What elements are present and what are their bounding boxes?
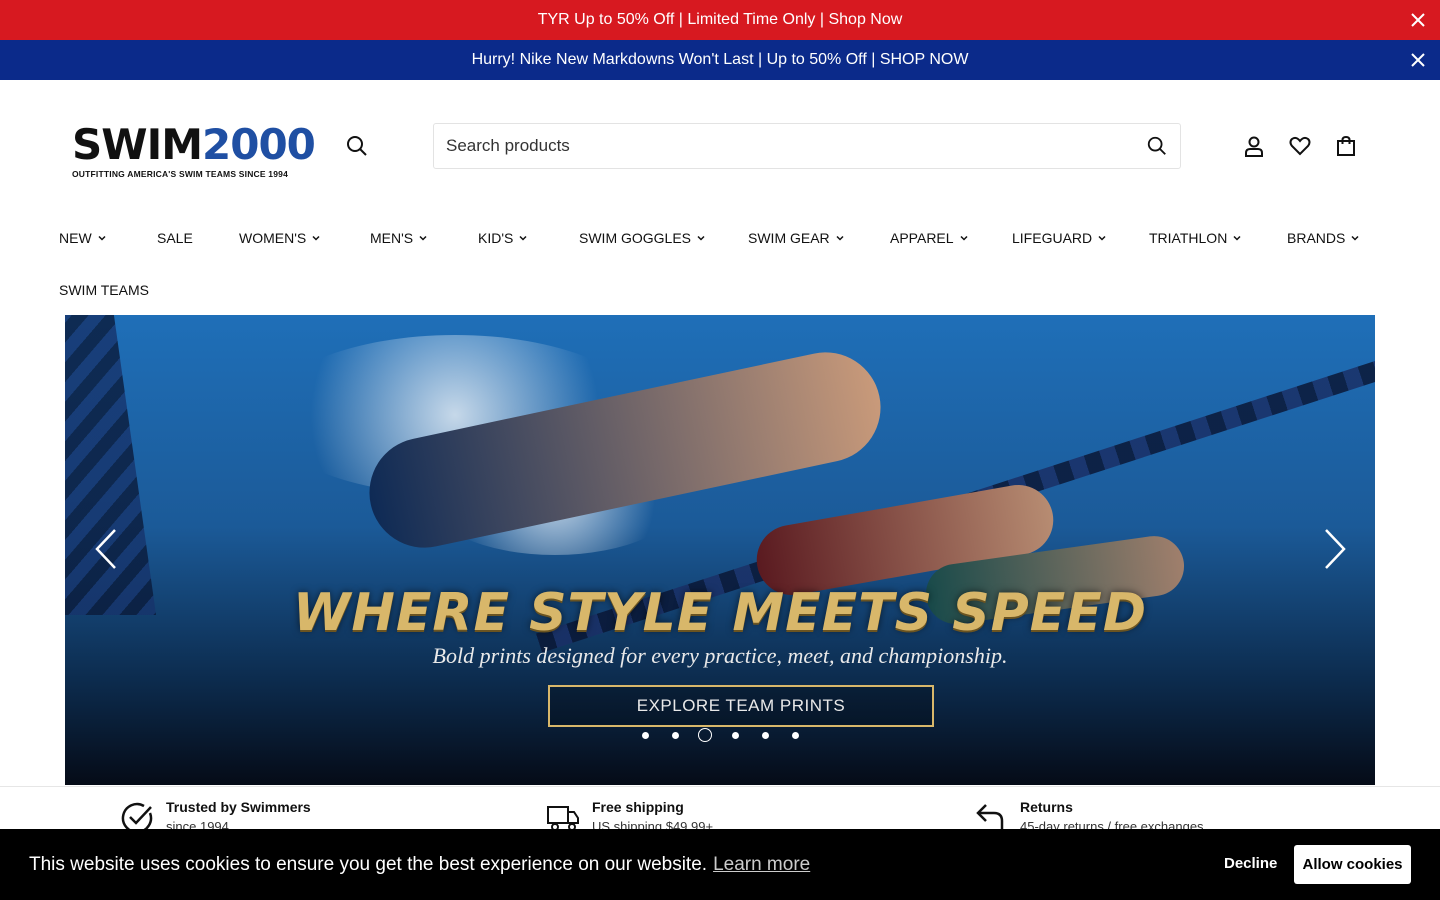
chevron-right-icon[interactable] [1322,527,1348,571]
chevron-down-icon [1351,235,1359,241]
nav-item-label: TRIATHLON [1149,230,1228,246]
feature-title: Trusted by Swimmers [166,799,311,815]
close-icon[interactable] [1408,50,1428,70]
nav-item-mens[interactable]: MEN'S [370,230,427,246]
slider-pagination [65,727,1375,743]
feature-title: Returns [1020,799,1073,815]
logo-word-b: 2000 [202,120,316,169]
nav-item-label: SWIM GOGGLES [579,230,692,246]
nav-item-label: KID'S [478,230,514,246]
nav-item-label: MEN'S [370,230,414,246]
decline-cookies-button[interactable]: Decline [1224,855,1277,872]
nav-item-label: SWIM TEAMS [59,282,149,298]
nav-item-label: APPAREL [890,230,954,246]
nav-item-label: LIFEGUARD [1012,230,1093,246]
nav-item-lifeguard[interactable]: LIFEGUARD [1012,230,1106,246]
announcement-text[interactable]: TYR Up to 50% Off | Limited Time Only | … [538,11,903,29]
site-logo[interactable]: SWIM2000 OUTFITTING AMERICA'S SWIM TEAMS… [72,124,316,180]
cookie-banner: This website uses cookies to ensure you … [0,829,1440,900]
nav-item-triathlon[interactable]: TRIATHLON [1149,230,1241,246]
nav-item-swim-gear[interactable]: SWIM GEAR [748,230,844,246]
close-icon[interactable] [1408,10,1428,30]
nav-item-label: NEW [59,230,92,246]
nav-item-brands[interactable]: BRANDS [1287,230,1359,246]
nav-item-apparel[interactable]: APPAREL [890,230,968,246]
slider-dot[interactable] [630,727,660,743]
search-input[interactable] [434,124,1180,168]
chevron-left-icon[interactable] [93,527,119,571]
feature-title: Free shipping [592,799,684,815]
slider-dot[interactable] [780,727,810,743]
chevron-down-icon [519,235,527,241]
nav-item-label: SALE [157,230,193,246]
announcement-bar-nike[interactable]: Hurry! Nike New Markdowns Won't Last | U… [0,40,1440,80]
hero-slider[interactable]: WHERE STYLE MEETS SPEED Bold prints desi… [65,315,1375,785]
learn-more-link[interactable]: Learn more [713,854,810,875]
nav-item-swim-teams[interactable]: SWIM TEAMS [59,282,149,298]
search-submit-icon[interactable] [1146,135,1168,157]
cookie-message-wrap: This website uses cookies to ensure you … [29,854,810,876]
nav-item-new[interactable]: NEW [59,230,106,246]
nav-item-swim-goggles[interactable]: SWIM GOGGLES [579,230,705,246]
chevron-down-icon [836,235,844,241]
search-icon[interactable] [345,134,369,158]
cookie-message: This website uses cookies to ensure you … [29,853,708,875]
nav-item-kids[interactable]: KID'S [478,230,527,246]
announcement-bar-tyr[interactable]: TYR Up to 50% Off | Limited Time Only | … [0,0,1440,40]
nav-item-womens[interactable]: WOMEN'S [239,230,320,246]
nav-item-label: BRANDS [1287,230,1346,246]
nav-item-label: WOMEN'S [239,230,307,246]
allow-cookies-button[interactable]: Allow cookies [1294,845,1411,884]
account-icon[interactable] [1242,134,1266,158]
slider-dot[interactable] [660,727,690,743]
hero-title: WHERE STYLE MEETS SPEED [293,583,1147,643]
slider-dot-active[interactable] [690,727,720,743]
slider-dot[interactable] [720,727,750,743]
hero-subtitle: Bold prints designed for every practice,… [432,643,1008,668]
chevron-down-icon [960,235,968,241]
logo-word-a: SWIM [72,120,203,169]
chevron-down-icon [98,235,106,241]
chevron-down-icon [697,235,705,241]
cart-bag-icon[interactable] [1334,134,1358,158]
chevron-down-icon [1098,235,1106,241]
chevron-down-icon [419,235,427,241]
nav-item-sale[interactable]: SALE [157,230,193,246]
chevron-down-icon [312,235,320,241]
nav-item-label: SWIM GEAR [748,230,830,246]
announcement-text[interactable]: Hurry! Nike New Markdowns Won't Last | U… [472,51,969,69]
wishlist-heart-icon[interactable] [1288,134,1312,158]
slider-dot[interactable] [750,727,780,743]
search-bar[interactable] [433,123,1181,169]
chevron-down-icon [1233,235,1241,241]
explore-team-prints-button[interactable]: EXPLORE TEAM PRINTS [548,685,934,727]
logo-tagline: OUTFITTING AMERICA'S SWIM TEAMS SINCE 19… [72,169,289,179]
